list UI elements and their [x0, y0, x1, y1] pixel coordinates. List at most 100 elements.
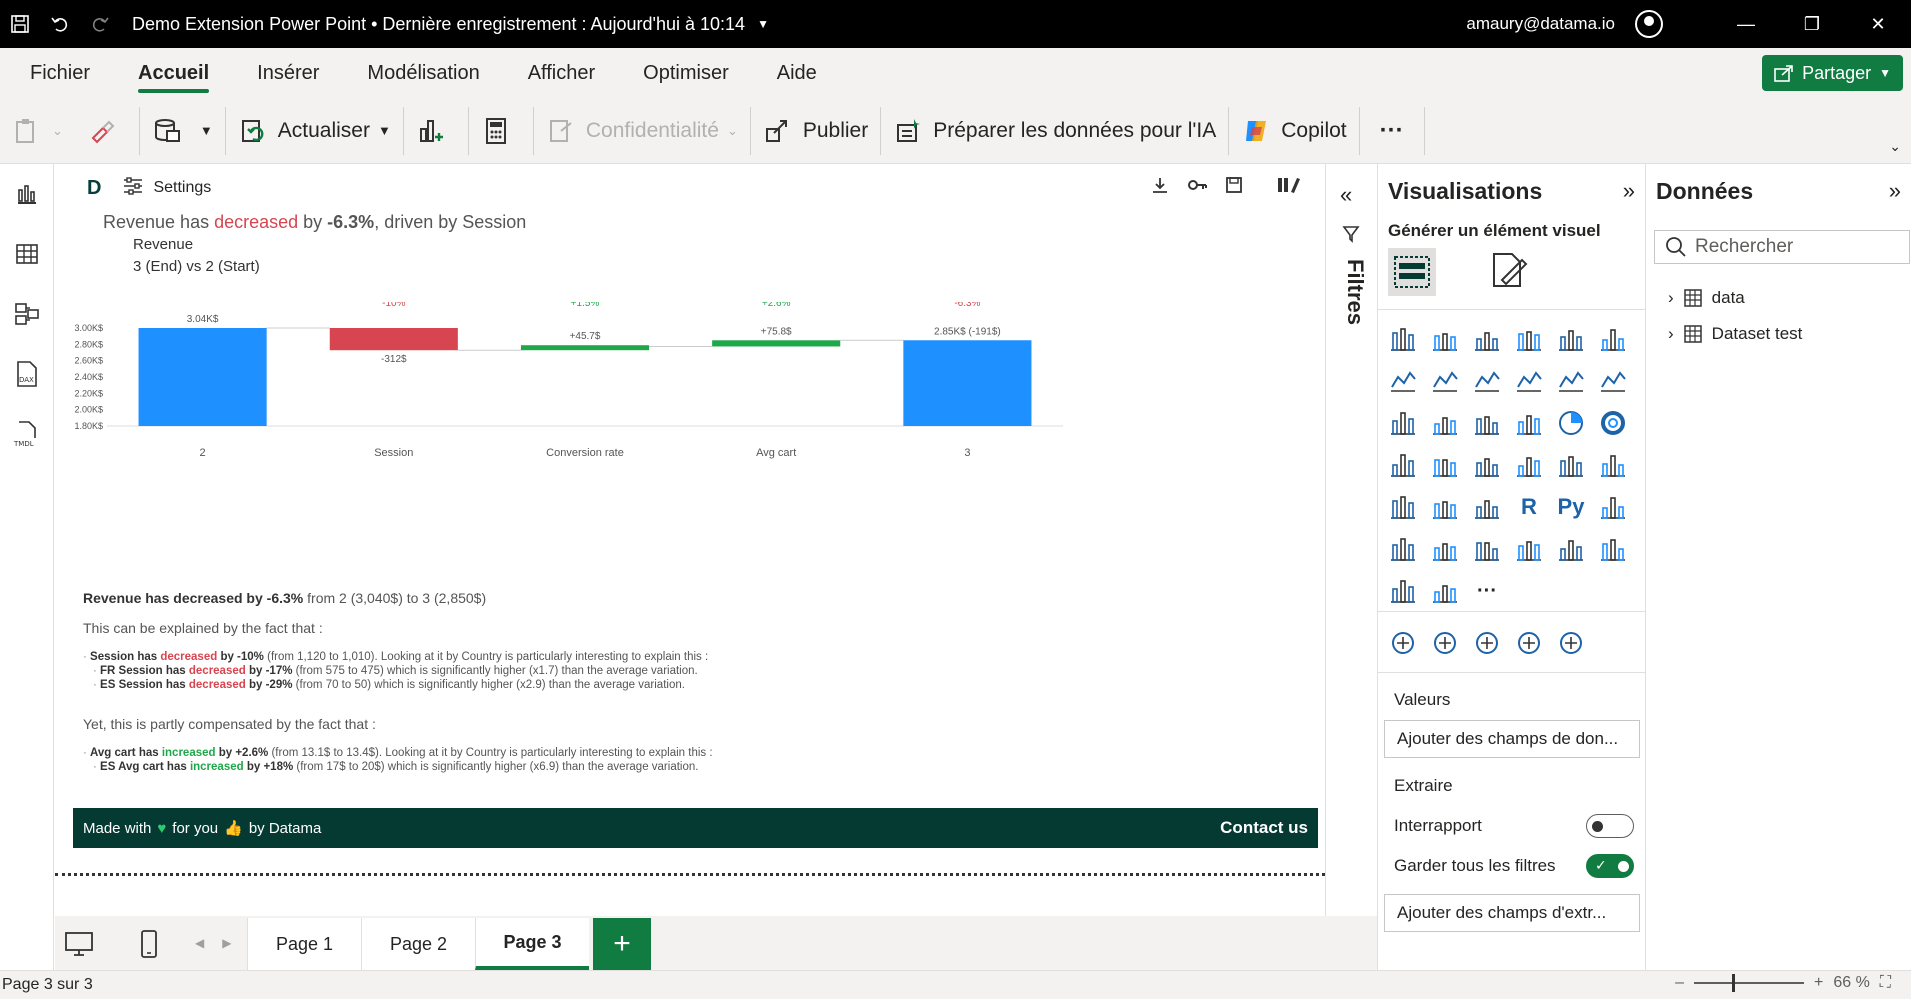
table-item-dataset-test[interactable]: › Dataset test: [1668, 324, 1802, 344]
100-column-icon[interactable]: [1596, 322, 1630, 356]
drill-drop-well[interactable]: Ajouter des champs d'extr...: [1384, 894, 1640, 932]
menu-modelisation[interactable]: Modélisation: [367, 48, 479, 98]
table-item-data[interactable]: › data: [1668, 288, 1745, 308]
trophy-icon[interactable]: [1470, 626, 1504, 660]
python-visual-icon[interactable]: Py: [1554, 490, 1588, 524]
datama-visual[interactable]: D Settings Revenue has decreased by -6.3…: [73, 172, 1339, 848]
next-page-icon[interactable]: ▶: [222, 936, 231, 950]
table-icon[interactable]: [1428, 490, 1462, 524]
calculator-button[interactable]: [469, 108, 533, 154]
area-chart-icon[interactable]: [1428, 364, 1462, 398]
save-icon[interactable]: [0, 0, 40, 48]
page-tab-2[interactable]: Page 2: [361, 918, 475, 970]
avatar[interactable]: [1635, 10, 1663, 38]
zoom-out-icon[interactable]: –: [1675, 974, 1684, 992]
download-icon[interactable]: [1151, 176, 1169, 199]
desktop-layout-icon[interactable]: [59, 924, 99, 964]
privacy-button[interactable]: Confidentialité ⌄: [534, 108, 750, 154]
contact-us-link[interactable]: Contact us: [1220, 818, 1308, 838]
minimize-icon[interactable]: —: [1713, 0, 1779, 48]
previous-page-icon[interactable]: ◀: [195, 936, 204, 950]
paginated-report-icon[interactable]: [1470, 532, 1504, 566]
menu-afficher[interactable]: Afficher: [528, 48, 595, 98]
undo-icon[interactable]: [40, 0, 80, 48]
data-search-input[interactable]: Rechercher: [1654, 230, 1910, 264]
filled-map-icon[interactable]: [1428, 626, 1462, 660]
prepare-ai-button[interactable]: Préparer les données pour l'IA: [881, 108, 1228, 154]
paste-button[interactable]: ⌄: [0, 108, 75, 154]
cross-report-toggle[interactable]: [1586, 814, 1634, 838]
page-tab-1[interactable]: Page 1: [247, 918, 361, 970]
collapse-data-icon[interactable]: »: [1889, 178, 1901, 204]
menu-aide[interactable]: Aide: [777, 48, 817, 98]
settings-label[interactable]: Settings: [153, 179, 211, 197]
close-icon[interactable]: ✕: [1845, 0, 1911, 48]
clustered-column-icon[interactable]: [1512, 322, 1546, 356]
r-visual-icon[interactable]: R: [1512, 490, 1546, 524]
report-view-icon[interactable]: [0, 164, 54, 224]
stacked-area-icon[interactable]: [1470, 364, 1504, 398]
menu-accueil[interactable]: Accueil: [138, 48, 210, 98]
more-visuals-icon[interactable]: ···: [1470, 574, 1504, 608]
menu-fichier[interactable]: Fichier: [30, 48, 90, 98]
waterfall-icon[interactable]: [1428, 406, 1462, 440]
100-bar-icon[interactable]: [1554, 322, 1588, 356]
slicer-icon[interactable]: [1386, 490, 1420, 524]
key-influencers-icon[interactable]: [1596, 490, 1630, 524]
key-icon[interactable]: [1187, 176, 1207, 199]
refresh-button[interactable]: Actualiser ▼: [226, 108, 403, 154]
build-visual-tab-icon[interactable]: [1388, 248, 1436, 296]
get-data-button[interactable]: ▼: [140, 108, 225, 154]
decomposition-tree-icon[interactable]: [1386, 532, 1420, 566]
ribbon-chart-icon[interactable]: [1386, 406, 1420, 440]
new-visual-button[interactable]: [404, 108, 468, 154]
gauge-icon[interactable]: [1512, 448, 1546, 482]
title-dropdown-icon[interactable]: ▼: [757, 17, 769, 31]
line-chart-icon[interactable]: [1386, 364, 1420, 398]
mobile-layout-icon[interactable]: [129, 924, 169, 964]
fit-page-icon[interactable]: ⛶: [1880, 974, 1891, 992]
format-painter-button[interactable]: [75, 108, 139, 154]
zoom-slider[interactable]: [1693, 974, 1804, 992]
map-icon[interactable]: [1428, 448, 1462, 482]
menu-inserer[interactable]: Insérer: [257, 48, 319, 98]
library-icon[interactable]: [1277, 176, 1303, 199]
restore-icon[interactable]: ❐: [1779, 0, 1845, 48]
report-canvas[interactable]: D Settings Revenue has decreased by -6.3…: [55, 164, 1339, 916]
azure-map-icon[interactable]: [1470, 448, 1504, 482]
lightning-report-icon[interactable]: [1512, 626, 1546, 660]
100-area-icon[interactable]: [1512, 364, 1546, 398]
matrix-icon[interactable]: [1470, 490, 1504, 524]
zoom-thumb[interactable]: [1731, 974, 1735, 992]
dax-query-view-icon[interactable]: DAX: [0, 344, 54, 404]
treemap-icon[interactable]: [1386, 448, 1420, 482]
power-automate-icon[interactable]: [1428, 574, 1462, 608]
save-icon[interactable]: [1225, 176, 1243, 199]
zoom-in-icon[interactable]: +: [1814, 974, 1823, 992]
globe-map-icon[interactable]: [1386, 626, 1420, 660]
share-button[interactable]: Partager ▼: [1762, 55, 1903, 91]
tmdl-view-icon[interactable]: TMDL: [0, 404, 54, 464]
card-icon[interactable]: [1554, 448, 1588, 482]
format-visual-tab-icon[interactable]: [1488, 250, 1528, 295]
stacked-column-icon[interactable]: [1428, 322, 1462, 356]
pie-icon[interactable]: [1554, 406, 1588, 440]
keep-filters-toggle[interactable]: [1586, 854, 1634, 878]
expand-filters-icon[interactable]: «: [1340, 182, 1352, 208]
kpi-icon[interactable]: [1596, 448, 1630, 482]
ribbon-expand-icon[interactable]: ⌄: [1889, 138, 1901, 155]
add-page-button[interactable]: +: [593, 918, 651, 970]
line-clustered-icon[interactable]: [1596, 364, 1630, 398]
page-tab-3[interactable]: Page 3: [475, 918, 589, 970]
line-column-icon[interactable]: [1554, 364, 1588, 398]
model-view-icon[interactable]: [0, 284, 54, 344]
redo-icon[interactable]: [80, 0, 120, 48]
more-options-button[interactable]: ···: [1360, 108, 1424, 154]
collapse-visualizations-icon[interactable]: »: [1623, 178, 1635, 204]
table-view-icon[interactable]: [0, 224, 54, 284]
copilot-button[interactable]: Copilot: [1229, 108, 1358, 154]
power-apps-icon[interactable]: [1386, 574, 1420, 608]
smart-narrative-icon[interactable]: [1512, 532, 1546, 566]
clustered-bar-icon[interactable]: [1470, 322, 1504, 356]
custom-chart-icon[interactable]: [1554, 626, 1588, 660]
